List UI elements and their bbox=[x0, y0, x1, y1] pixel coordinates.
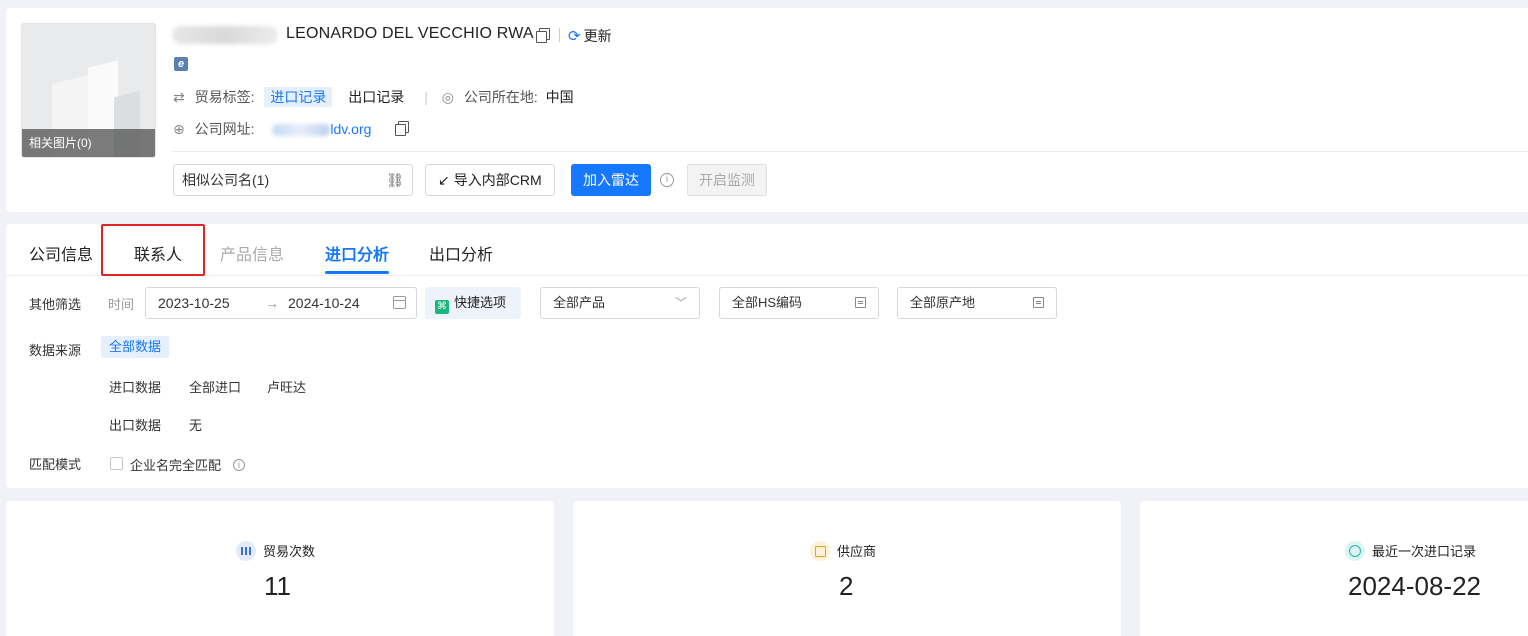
import-icon: ↙ bbox=[438, 172, 450, 188]
import-country[interactable]: 卢旺达 bbox=[267, 377, 306, 396]
related-images-caption: 相关图片(0) bbox=[22, 129, 155, 157]
link-icon[interactable]: ⛓ bbox=[386, 165, 404, 195]
website-link[interactable]: ldv.org bbox=[330, 121, 371, 137]
stat-title: 最近一次进口记录 bbox=[1372, 544, 1477, 559]
refresh-button[interactable]: ⟳ 更新 bbox=[568, 26, 612, 46]
stat-title: 供应商 bbox=[837, 544, 877, 559]
redacted-url bbox=[272, 124, 331, 137]
command-icon: ⌘ bbox=[435, 300, 449, 314]
location-value: 中国 bbox=[545, 89, 574, 105]
stat-value: 2024-08-22 bbox=[1348, 571, 1481, 601]
refresh-icon: ⟳ bbox=[568, 28, 581, 45]
import-crm-button[interactable]: ↙ 导入内部CRM bbox=[425, 164, 555, 196]
calendar-icon[interactable] bbox=[393, 296, 406, 309]
tag-export-records[interactable]: 出口记录 bbox=[348, 89, 404, 105]
date-end[interactable]: 2024-10-24 bbox=[288, 288, 360, 318]
info-icon[interactable]: i bbox=[660, 173, 674, 187]
import-scope[interactable]: 全部进口 bbox=[189, 377, 241, 396]
list-icon bbox=[855, 297, 866, 308]
exact-match-label[interactable]: 企业名完全匹配 bbox=[130, 455, 221, 474]
tab-product-info[interactable]: 产品信息 bbox=[220, 241, 284, 265]
company-name: LEONARDO DEL VECCHIO RWA bbox=[286, 25, 534, 42]
enable-monitor-button[interactable]: 开启监测 bbox=[687, 164, 767, 196]
stat-value: 2 bbox=[839, 571, 854, 601]
tag-import-records[interactable]: 进口记录 bbox=[264, 87, 333, 107]
browser-icon[interactable]: e bbox=[174, 57, 188, 71]
all-data-option[interactable]: 全部数据 bbox=[101, 336, 170, 358]
website-row: ⊕ 公司网址: ldv.org bbox=[173, 121, 372, 137]
list-icon bbox=[1033, 297, 1044, 308]
origin-select[interactable]: 全部原产地 bbox=[897, 287, 1057, 319]
stat-value: 11 bbox=[264, 571, 291, 601]
header-divider bbox=[172, 151, 1528, 152]
chevron-down-icon: ﹀ bbox=[674, 296, 687, 310]
bar-chart-icon bbox=[236, 541, 256, 561]
tab-export-analysis[interactable]: 出口分析 bbox=[429, 241, 493, 265]
trade-tags-row: ⇄ 贸易标签: 进口记录 出口记录 | ◎ 公司所在地: 中国 bbox=[173, 87, 574, 107]
company-logo-placeholder[interactable]: 相关图片(0) bbox=[21, 23, 156, 158]
tab-bar: 公司信息 联系人 产品信息 进口分析 出口分析 bbox=[6, 224, 1528, 276]
stat-card-trade-count: 贸易次数 11 bbox=[6, 501, 554, 636]
export-data-label: 出口数据 bbox=[109, 418, 162, 433]
active-tab-indicator bbox=[325, 271, 389, 274]
stat-title: 贸易次数 bbox=[263, 544, 316, 559]
date-start[interactable]: 2023-10-25 bbox=[158, 288, 230, 318]
divider bbox=[559, 28, 560, 42]
add-radar-button[interactable]: 加入雷达 bbox=[571, 164, 651, 196]
redacted-name bbox=[172, 26, 278, 44]
company-header-card: 相关图片(0) LEONARDO DEL VECCHIO RWA ⟳ 更新 e ⇄… bbox=[6, 8, 1528, 212]
copy-website-icon[interactable] bbox=[395, 121, 409, 136]
time-label: 时间 bbox=[108, 297, 135, 312]
stat-card-last-import: 最近一次进口记录 2024-08-22 bbox=[1140, 501, 1528, 636]
supplier-icon bbox=[810, 541, 830, 561]
product-select[interactable]: 全部产品 ﹀ bbox=[540, 287, 700, 319]
date-range-picker[interactable]: 2023-10-25 → 2024-10-24 bbox=[145, 287, 417, 319]
date-arrow: → bbox=[265, 295, 279, 311]
data-source-label: 数据来源 bbox=[29, 343, 82, 358]
exchange-icon: ⇄ bbox=[173, 89, 185, 105]
copy-icon[interactable] bbox=[536, 28, 550, 43]
location-icon: ◎ bbox=[441, 89, 454, 105]
clock-icon bbox=[1345, 541, 1365, 561]
highlight-box bbox=[101, 224, 205, 276]
similar-company-name-field[interactable]: 相似公司名(1) ⛓ bbox=[173, 164, 413, 196]
import-data-label: 进口数据 bbox=[109, 380, 162, 395]
tab-import-analysis[interactable]: 进口分析 bbox=[325, 241, 389, 265]
quick-options-button[interactable]: ⌘ 快捷选项 bbox=[425, 287, 521, 319]
export-value: 无 bbox=[189, 418, 203, 433]
other-filter-label: 其他筛选 bbox=[29, 297, 82, 312]
exact-match-checkbox[interactable] bbox=[110, 457, 123, 470]
info-icon[interactable]: i bbox=[233, 459, 245, 471]
stat-card-suppliers: 供应商 2 bbox=[573, 501, 1121, 636]
tab-company-info[interactable]: 公司信息 bbox=[29, 241, 93, 265]
hs-code-select[interactable]: 全部HS编码 bbox=[719, 287, 879, 319]
globe-icon: ⊕ bbox=[173, 121, 185, 137]
match-mode-label: 匹配模式 bbox=[29, 457, 82, 472]
analysis-panel: 公司信息 联系人 产品信息 进口分析 出口分析 其他筛选 时间 2023-10-… bbox=[6, 224, 1528, 488]
